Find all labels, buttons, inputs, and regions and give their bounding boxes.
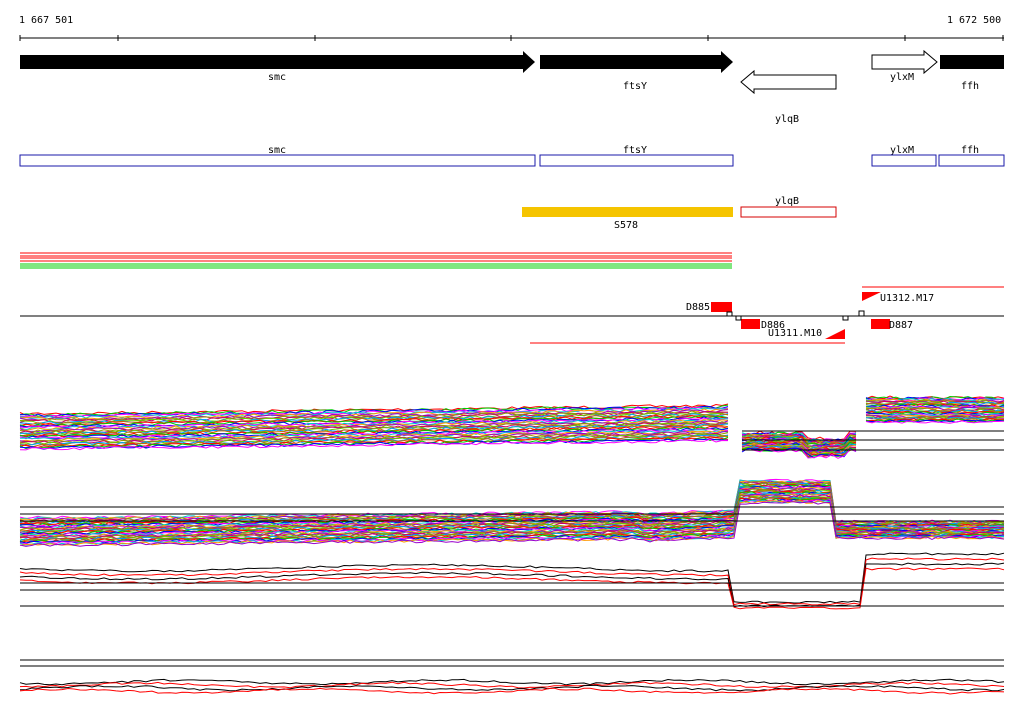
annotation-ffh-box[interactable] xyxy=(938,154,1005,167)
summary-profile-track-1 xyxy=(19,552,1005,610)
gene-ylxm-arrow[interactable] xyxy=(871,49,938,75)
summary-profile-track-2 xyxy=(19,659,1005,695)
annotation-ffh-label: ffh xyxy=(961,145,979,156)
terminator-d887-marker[interactable] xyxy=(871,319,890,329)
promoter-u1311-stem xyxy=(842,315,849,321)
annotation-ylqb-label: ylqB xyxy=(775,196,799,207)
expression-profile-track-2 xyxy=(19,478,1005,547)
genome-browser-view: 1 667 501 1 672 500 smc ftsY ylqB ylxM f… xyxy=(19,15,1005,695)
terminator-d886-stem xyxy=(735,315,742,321)
expression-profile-track-1 xyxy=(19,395,1005,459)
summary-line xyxy=(19,562,1005,608)
terminator-d885-label: D885 xyxy=(686,302,710,313)
gene-ylqb-label: ylqB xyxy=(775,114,799,125)
gene-ylxm-label: ylxM xyxy=(890,72,914,83)
promoter-u1312-marker[interactable] xyxy=(862,292,881,301)
promoter-u1312-stem xyxy=(858,310,865,317)
gene-smc-arrow[interactable] xyxy=(20,51,535,73)
segment-s578-bar[interactable] xyxy=(522,207,733,217)
coordinate-ruler: 1 667 501 1 672 500 xyxy=(19,15,1004,41)
ruler-end-label: 1 672 500 xyxy=(947,15,1001,26)
terminator-d885-stem xyxy=(726,311,733,317)
summary-line xyxy=(19,687,1005,695)
gene-ffh-arrow[interactable] xyxy=(940,55,1004,69)
terminator-d885-marker[interactable] xyxy=(711,302,732,312)
annotation-ftsy-box[interactable] xyxy=(539,154,734,167)
summary-line xyxy=(19,557,1005,606)
gene-track: smc ftsY ylqB ylxM ffh xyxy=(20,49,1004,125)
annotation-smc-box[interactable] xyxy=(19,154,536,167)
segment-track: S578 xyxy=(522,207,733,231)
promoter-u1311-label: U1311.M10 xyxy=(768,328,822,339)
colored-line-bundle xyxy=(20,252,732,269)
promoter-u1312-label: U1312.M17 xyxy=(880,293,934,304)
terminator-d887-label: D887 xyxy=(889,320,913,331)
segment-s578-label: S578 xyxy=(614,220,638,231)
gene-smc-label: smc xyxy=(268,72,286,83)
annotation-ylxm-box[interactable] xyxy=(871,154,937,167)
feature-track: D885 D886 U1311.M10 U1312.M17 D887 xyxy=(20,286,1004,344)
gene-ylqb-arrow[interactable] xyxy=(740,69,837,95)
profile-line xyxy=(19,480,1005,526)
annotation-ylxm-label: ylxM xyxy=(890,145,914,156)
annotation-ftsy-label: ftsY xyxy=(623,145,647,156)
annotation-ylqb-box[interactable] xyxy=(740,206,837,218)
annotation-track: smc ftsY ylxM ffh ylqB xyxy=(19,145,1005,218)
gene-ftsy-arrow[interactable] xyxy=(540,51,733,73)
annotation-smc-label: smc xyxy=(268,145,286,156)
gene-ffh-label: ffh xyxy=(961,81,979,92)
profile-line xyxy=(19,483,1005,527)
gene-ftsy-label: ftsY xyxy=(623,81,647,92)
ruler-start-label: 1 667 501 xyxy=(19,15,73,26)
terminator-d886-marker[interactable] xyxy=(741,319,760,329)
promoter-u1311-marker[interactable] xyxy=(825,329,845,339)
